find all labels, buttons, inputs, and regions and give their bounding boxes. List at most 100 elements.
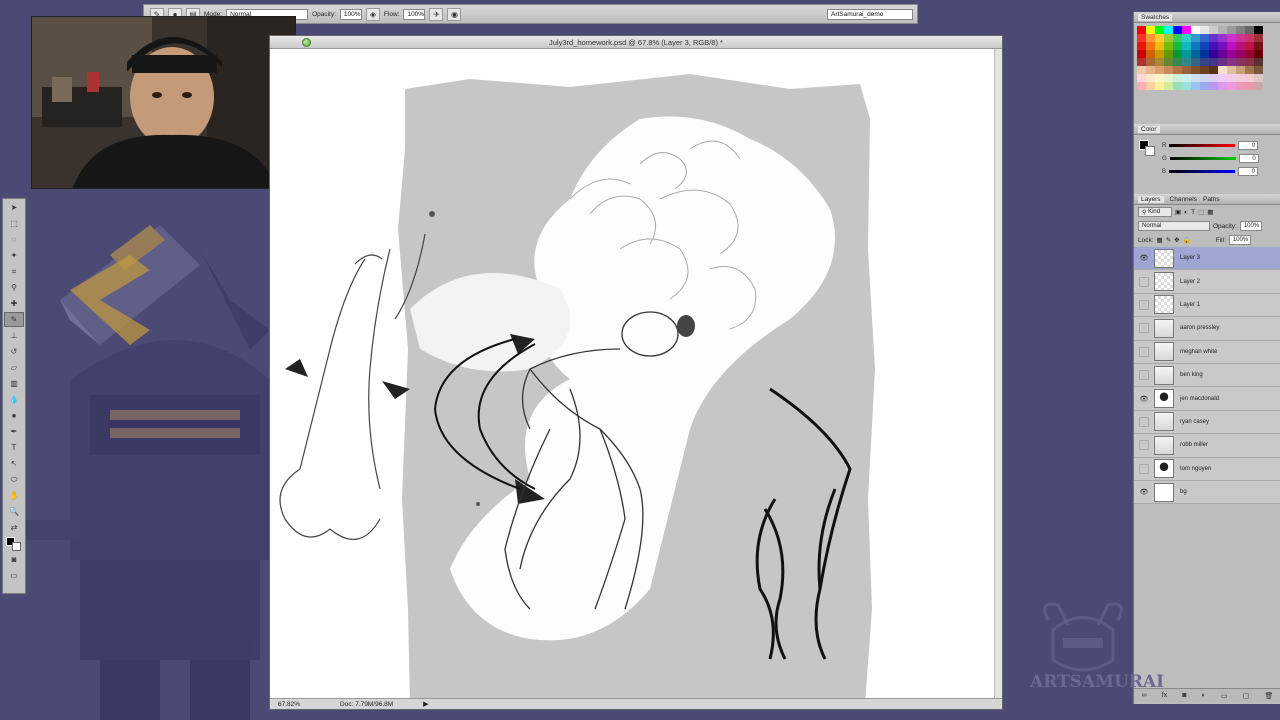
visibility-eye-icon[interactable] bbox=[1139, 370, 1149, 381]
swatch-cell[interactable] bbox=[1146, 82, 1155, 90]
swatch-cell[interactable] bbox=[1173, 74, 1182, 82]
swatch-cell[interactable] bbox=[1254, 82, 1263, 90]
filter-pixel-icon[interactable]: ▣ bbox=[1175, 208, 1181, 216]
marquee-tool-icon[interactable]: ⬚ bbox=[4, 216, 24, 231]
swatch-cell[interactable] bbox=[1236, 82, 1245, 90]
move-tool-icon[interactable]: ➤ bbox=[4, 200, 24, 215]
tab-paths[interactable]: Paths bbox=[1203, 196, 1220, 203]
swatch-cell[interactable] bbox=[1191, 50, 1200, 58]
window-close-button[interactable] bbox=[302, 38, 311, 47]
swatch-cell[interactable] bbox=[1209, 42, 1218, 50]
swatch-cell[interactable] bbox=[1182, 74, 1191, 82]
swatch-cell[interactable] bbox=[1209, 50, 1218, 58]
swatch-cell[interactable] bbox=[1227, 42, 1236, 50]
swatch-cell[interactable] bbox=[1146, 50, 1155, 58]
swatch-cell[interactable] bbox=[1164, 42, 1173, 50]
trash-icon[interactable]: 🗑 bbox=[1264, 692, 1273, 700]
history-brush-tool-icon[interactable]: ↺ bbox=[4, 344, 24, 359]
pen-tool-icon[interactable]: ✒ bbox=[4, 424, 24, 439]
swatch-cell[interactable] bbox=[1245, 50, 1254, 58]
green-slider[interactable] bbox=[1169, 157, 1236, 160]
swatch-cell[interactable] bbox=[1209, 34, 1218, 42]
lock-pixels-icon[interactable]: ✎ bbox=[1166, 236, 1171, 244]
swatch-cell[interactable] bbox=[1146, 74, 1155, 82]
swatch-cell[interactable] bbox=[1146, 58, 1155, 66]
hand-tool-icon[interactable]: ✋ bbox=[4, 488, 24, 503]
swatch-cell[interactable] bbox=[1137, 26, 1146, 34]
filter-type-icon[interactable]: T bbox=[1191, 209, 1195, 216]
type-tool-icon[interactable]: T bbox=[4, 440, 24, 455]
swatch-cell[interactable] bbox=[1191, 26, 1200, 34]
swatch-cell[interactable] bbox=[1164, 82, 1173, 90]
swatch-cell[interactable] bbox=[1146, 26, 1155, 34]
visibility-eye-icon[interactable] bbox=[1139, 276, 1149, 287]
red-value[interactable]: 0 bbox=[1238, 141, 1259, 150]
pressure-size-icon[interactable]: ◉ bbox=[447, 7, 462, 21]
layer-style-icon[interactable]: fx bbox=[1162, 692, 1167, 699]
swatch-cell[interactable] bbox=[1236, 74, 1245, 82]
swatches-tab[interactable]: Swatches bbox=[1138, 13, 1173, 21]
group-icon[interactable]: ▭ bbox=[1221, 692, 1228, 700]
swatch-cell[interactable] bbox=[1236, 66, 1245, 74]
swatch-cell[interactable] bbox=[1164, 34, 1173, 42]
swatch-cell[interactable] bbox=[1200, 74, 1209, 82]
lock-transparent-icon[interactable]: ▦ bbox=[1157, 236, 1163, 244]
swatch-cell[interactable] bbox=[1137, 34, 1146, 42]
lock-all-icon[interactable]: 🔒 bbox=[1183, 236, 1191, 244]
blur-tool-icon[interactable]: 💧 bbox=[4, 392, 24, 407]
swatch-cell[interactable] bbox=[1254, 58, 1263, 66]
layer-row[interactable]: 👁 Layer 3 bbox=[1134, 247, 1280, 271]
swatch-cell[interactable] bbox=[1164, 26, 1173, 34]
swatch-cell[interactable] bbox=[1137, 58, 1146, 66]
color-tab[interactable]: Color bbox=[1138, 125, 1160, 133]
opacity-input[interactable]: 100% bbox=[339, 8, 362, 20]
swatch-cell[interactable] bbox=[1218, 42, 1227, 50]
swatch-cell[interactable] bbox=[1137, 50, 1146, 58]
swatch-cell[interactable] bbox=[1182, 58, 1191, 66]
layer-row[interactable]: aaron pressley bbox=[1134, 317, 1280, 341]
layer-row[interactable]: 👁 bg bbox=[1134, 480, 1280, 505]
swatch-cell[interactable] bbox=[1173, 66, 1182, 74]
swatch-cell[interactable] bbox=[1155, 74, 1164, 82]
layer-row[interactable]: robb miller bbox=[1134, 434, 1280, 458]
tab-layers[interactable]: Layers bbox=[1138, 195, 1164, 203]
filter-shape-icon[interactable]: ⬚ bbox=[1198, 208, 1204, 216]
swatch-cell[interactable] bbox=[1236, 50, 1245, 58]
swatch-cell[interactable] bbox=[1236, 26, 1245, 34]
swatch-cell[interactable] bbox=[1209, 26, 1218, 34]
lock-position-icon[interactable]: ✥ bbox=[1174, 236, 1179, 244]
zoom-tool-icon[interactable]: 🔍 bbox=[4, 504, 24, 519]
swatch-cell[interactable] bbox=[1209, 82, 1218, 90]
swatch-cell[interactable] bbox=[1254, 42, 1263, 50]
vertical-scrollbar[interactable] bbox=[994, 49, 1002, 699]
visibility-eye-icon[interactable] bbox=[1139, 416, 1149, 427]
swatch-cell[interactable] bbox=[1173, 50, 1182, 58]
swatch-cell[interactable] bbox=[1173, 58, 1182, 66]
swatch-cell[interactable] bbox=[1155, 58, 1164, 66]
blend-mode-select[interactable]: Normal bbox=[1138, 221, 1210, 231]
swatch-cell[interactable] bbox=[1254, 66, 1263, 74]
swatch-cell[interactable] bbox=[1218, 58, 1227, 66]
swatch-cell[interactable] bbox=[1218, 66, 1227, 74]
swatch-cell[interactable] bbox=[1227, 26, 1236, 34]
swatch-cell[interactable] bbox=[1191, 58, 1200, 66]
swatch-cell[interactable] bbox=[1236, 58, 1245, 66]
swatch-cell[interactable] bbox=[1173, 42, 1182, 50]
swatch-cell[interactable] bbox=[1254, 74, 1263, 82]
swatch-cell[interactable] bbox=[1182, 66, 1191, 74]
layer-row[interactable]: ben king bbox=[1134, 363, 1280, 388]
swatch-cell[interactable] bbox=[1245, 42, 1254, 50]
blue-slider[interactable] bbox=[1169, 170, 1236, 173]
swatch-cell[interactable] bbox=[1191, 34, 1200, 42]
clone-stamp-tool-icon[interactable]: ⊥ bbox=[4, 328, 24, 343]
pressure-opacity-icon[interactable]: ◈ bbox=[365, 7, 380, 21]
swatch-cell[interactable] bbox=[1146, 34, 1155, 42]
link-layers-icon[interactable]: ∞ bbox=[1142, 692, 1147, 699]
swatch-cell[interactable] bbox=[1236, 42, 1245, 50]
swatch-cell[interactable] bbox=[1209, 66, 1218, 74]
adjustment-layer-icon[interactable]: ◐ bbox=[1202, 692, 1206, 699]
layer-row[interactable]: Layer 2 bbox=[1134, 270, 1280, 294]
swatch-cell[interactable] bbox=[1173, 34, 1182, 42]
green-value[interactable]: 0 bbox=[1238, 154, 1259, 163]
layer-mask-icon[interactable]: ◙ bbox=[1182, 692, 1186, 699]
